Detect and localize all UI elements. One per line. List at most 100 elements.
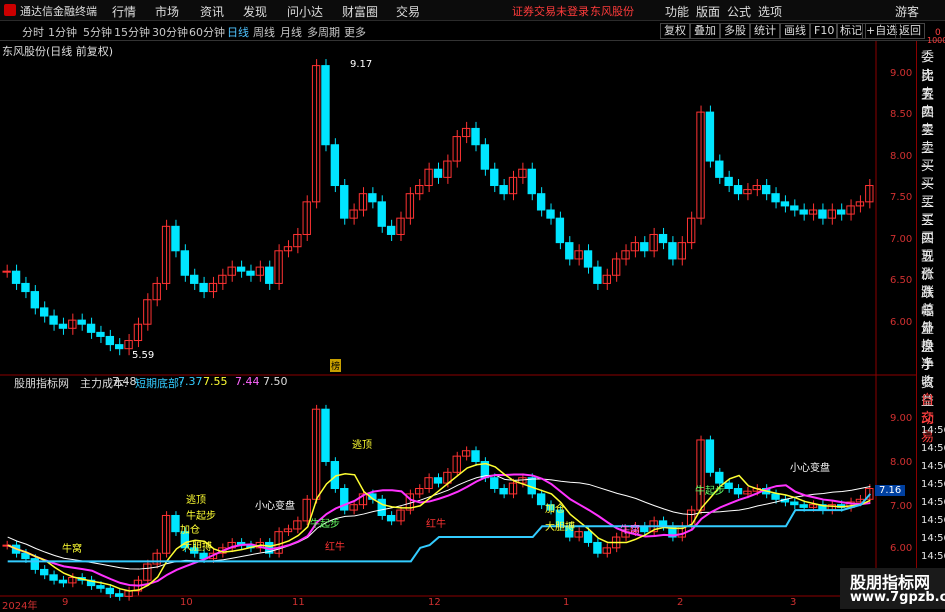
ind-candle-body (593, 541, 602, 554)
x-tick: 2024年 (2, 601, 38, 612)
ind-candle-body (115, 593, 124, 597)
period-1min[interactable]: 1分钟 (48, 24, 77, 40)
candle-body (593, 266, 602, 284)
candle-body (77, 319, 86, 325)
login-warning[interactable]: 证券交易未登录 (512, 3, 589, 19)
period-monthly[interactable]: 月线 (280, 24, 302, 40)
indicator-value-3: 7.44 (235, 375, 260, 388)
time-row: 14:56 (921, 443, 945, 454)
tool-restore-rights[interactable]: 复权 (660, 23, 690, 39)
x-tick: 12 (428, 597, 441, 608)
ind-candle-body (536, 493, 546, 506)
period-60min[interactable]: 60分钟 (189, 24, 225, 40)
tool-multi-stock[interactable]: 多股 (720, 23, 750, 39)
period-30min[interactable]: 30分钟 (152, 24, 188, 40)
ind-tick: 8.00 (890, 457, 913, 468)
candle-body (171, 225, 180, 252)
candle-body (340, 185, 349, 219)
panel-top-value-2: 1000 (927, 36, 945, 45)
candle-body (565, 242, 574, 260)
period-intraday[interactable]: 分时 (22, 24, 44, 40)
ranking-marker[interactable]: 榜 (330, 359, 342, 372)
candle-body (583, 250, 593, 268)
guest-label[interactable]: 游客 (895, 3, 919, 20)
tool-draw[interactable]: 画线 (780, 23, 810, 39)
menu-trade[interactable]: 交易 (396, 3, 420, 20)
indicator-name[interactable]: 股朋指标网 (14, 375, 69, 391)
ind-candle-body (790, 501, 799, 506)
tool-overlay[interactable]: 叠加 (690, 23, 720, 39)
ind-tick: 9.00 (890, 413, 913, 424)
candle-body (386, 225, 396, 235)
short-bottom-label: 短期底部: (135, 377, 183, 390)
ind-candle-body (471, 450, 480, 463)
period-15min[interactable]: 15分钟 (114, 24, 150, 40)
signal-top-2: 逃顶 (352, 440, 372, 451)
candle-body (2, 270, 11, 273)
high-price-label: 9.17 (350, 59, 373, 70)
low-price-label: 5.59 (132, 350, 155, 361)
menu-ask[interactable]: 问小达 (287, 3, 323, 20)
candle-body (58, 323, 68, 329)
menu-formula[interactable]: 公式 (727, 3, 751, 20)
tool-back[interactable]: 返回 (895, 23, 925, 39)
menu-options[interactable]: 选项 (758, 3, 782, 20)
menu-news[interactable]: 资讯 (200, 3, 224, 20)
ind-candle-body (30, 558, 40, 570)
period-daily[interactable]: 日线 (227, 24, 249, 40)
price-tick: 9.00 (890, 68, 913, 79)
menu-discover[interactable]: 发现 (243, 3, 267, 20)
time-row: 14:56 (921, 551, 945, 562)
price-tick: 6.00 (890, 317, 913, 328)
time-row: 14:56 (921, 497, 945, 508)
candle-body (490, 168, 499, 187)
candle-body (527, 168, 536, 195)
ind-candle-body (733, 488, 743, 495)
x-tick: 2 (677, 597, 684, 608)
menu-function[interactable]: 功能 (665, 3, 689, 20)
ind-candle-body (771, 493, 780, 500)
candle-body (96, 331, 105, 337)
period-more[interactable]: 更多 (344, 24, 366, 40)
ind-candle-body (161, 514, 171, 554)
ind-tick: 7.00 (890, 501, 913, 512)
period-weekly[interactable]: 周线 (253, 24, 275, 40)
price-tick: 6.50 (890, 275, 913, 286)
ind-candle-body (386, 514, 396, 522)
ind-candle-body (49, 574, 58, 581)
candle-body (321, 65, 330, 146)
candle-body (236, 266, 246, 272)
candle-body (536, 193, 546, 211)
candle-body (658, 233, 668, 244)
time-row: 14:56 (921, 461, 945, 472)
signal-start-2: 牛起步 (310, 519, 340, 530)
ind-candle-body (58, 579, 68, 584)
tool-stats[interactable]: 统计 (750, 23, 780, 39)
menu-layout[interactable]: 版面 (696, 3, 720, 20)
ind-candle-body (96, 585, 105, 589)
watermark-url: www.7gpzb.com (850, 590, 945, 605)
period-multi[interactable]: 多周期 (307, 24, 340, 40)
signal-top-1: 逃顶 (186, 495, 206, 506)
current-stock: 东风股份 (590, 5, 634, 18)
candle-body (555, 217, 565, 244)
candle-body (836, 209, 846, 215)
candle-body (546, 209, 555, 219)
candle-body (771, 193, 780, 203)
candle-body (180, 250, 190, 276)
menu-wealth[interactable]: 财富圈 (342, 3, 378, 20)
tool-f10[interactable]: F10 (810, 23, 839, 39)
candle-body (780, 201, 790, 207)
period-5min[interactable]: 5分钟 (83, 24, 112, 40)
ind-candle-body (499, 488, 508, 495)
menu-quotes[interactable]: 行情 (112, 3, 136, 20)
ind-candle-body (799, 504, 808, 508)
menu-market[interactable]: 市场 (155, 3, 179, 20)
chart-area[interactable] (0, 41, 916, 609)
candle-body (265, 266, 274, 284)
price-tick: 7.50 (890, 192, 913, 203)
ind-candle-body (583, 531, 593, 543)
app-title: 通达信金融终端 (20, 5, 97, 18)
ind-candle-body (40, 568, 49, 576)
candle-body (161, 225, 171, 284)
